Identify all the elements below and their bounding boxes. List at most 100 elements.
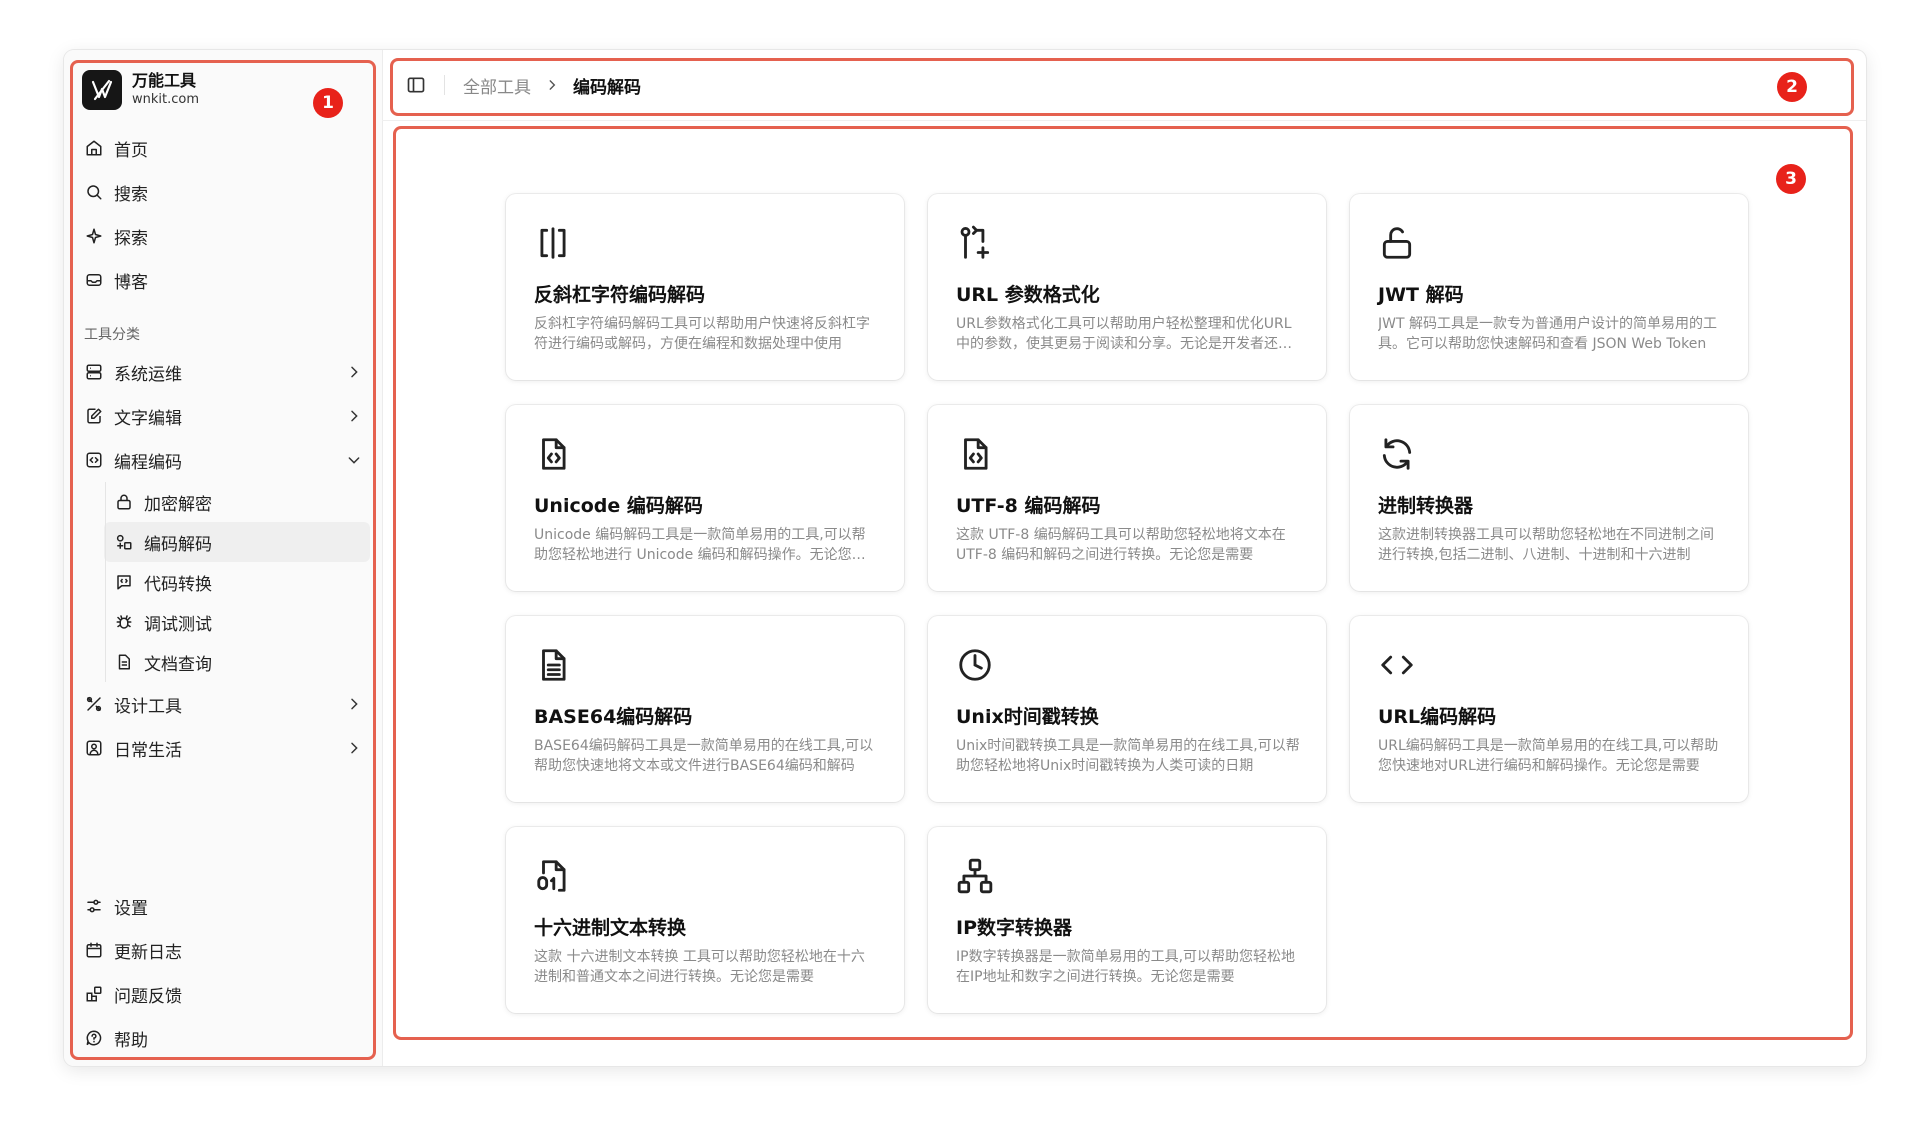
tool-card[interactable]: Unix时间戳转换 Unix时间戳转换工具是一款简单易用的在线工具,可以帮助您轻… bbox=[928, 616, 1326, 802]
breadcrumb-current: 编码解码 bbox=[573, 77, 641, 98]
annotation-badge: 2 bbox=[1777, 72, 1807, 102]
sidebar-item-label: 问题反馈 bbox=[114, 986, 182, 1007]
sidebar-item-daily-life[interactable]: 日常生活 bbox=[74, 726, 370, 770]
tool-card-desc: 反斜杠字符编码解码工具可以帮助用户快速将反斜杠字符进行编码或解码，方便在编程和数… bbox=[534, 316, 870, 352]
tool-card[interactable]: 进制转换器 这款进制转换器工具可以帮助您轻松地在不同进制之间进行转换,包括二进制… bbox=[1350, 405, 1748, 591]
tool-card-desc: Unix时间戳转换工具是一款简单易用的在线工具,可以帮助您轻松地将Unix时间戳… bbox=[956, 738, 1300, 774]
breadcrumb: 全部工具 编码解码 bbox=[463, 73, 641, 98]
header-divider bbox=[444, 75, 445, 95]
network-icon bbox=[956, 857, 994, 895]
sidebar-item-docs[interactable]: 文档查询 bbox=[104, 642, 370, 682]
chevron-right-icon bbox=[346, 740, 362, 756]
tool-card-title: URL编码解码 bbox=[1378, 706, 1497, 728]
subcategory-guide-line bbox=[105, 482, 106, 682]
sidebar-item-label: 编码解码 bbox=[144, 534, 212, 555]
tool-card[interactable]: IP数字转换器 IP数字转换器是一款简单易用的工具,可以帮助您轻松地在IP地址和… bbox=[928, 827, 1326, 1013]
tool-card[interactable]: URL编码解码 URL编码解码工具是一款简单易用的在线工具,可以帮助您快速地对U… bbox=[1350, 616, 1748, 802]
chevron-down-icon bbox=[346, 452, 362, 468]
nav-top: 首页 搜索 探索 博客 bbox=[74, 126, 370, 302]
tool-card-desc: 这款 UTF-8 编码解码工具可以帮助您轻松地将文本在 UTF-8 编码和解码之… bbox=[956, 527, 1286, 563]
file-code-icon bbox=[534, 435, 572, 473]
code-box-icon bbox=[84, 450, 104, 470]
tool-card-desc: BASE64编码解码工具是一款简单易用的在线工具,可以帮助您快速地将文本或文件进… bbox=[534, 738, 874, 774]
document-icon bbox=[114, 652, 134, 672]
tool-card[interactable]: 十六进制文本转换 这款 十六进制文本转换 工具可以帮助您轻松地在十六进制和普通文… bbox=[506, 827, 904, 1013]
sidebar-item-label: 探索 bbox=[114, 228, 148, 249]
inbox-icon bbox=[84, 270, 104, 290]
sidebar-item-help[interactable]: 帮助 bbox=[74, 1016, 370, 1060]
clock-icon bbox=[956, 646, 994, 684]
sidebar-item-explore[interactable]: 探索 bbox=[74, 214, 370, 258]
server-icon bbox=[84, 362, 104, 382]
sidebar-item-label: 编程编码 bbox=[114, 452, 182, 473]
brand[interactable]: 万能工具 wnkit.com bbox=[82, 70, 199, 110]
design-icon bbox=[84, 694, 104, 714]
tool-card-title: 反斜杠字符编码解码 bbox=[534, 284, 706, 306]
sidebar-item-design[interactable]: 设计工具 bbox=[74, 682, 370, 726]
tool-card-title: 十六进制文本转换 bbox=[534, 917, 687, 939]
tool-card[interactable]: JWT 解码 JWT 解码工具是一款专为普通用户设计的简单易用的工具。它可以帮助… bbox=[1350, 194, 1748, 380]
search-icon bbox=[84, 182, 104, 202]
sidebar-item-label: 调试测试 bbox=[144, 614, 212, 635]
sidebar-item-encrypt[interactable]: 加密解密 bbox=[104, 482, 370, 522]
tool-card-title: BASE64编码解码 bbox=[534, 706, 693, 728]
tool-card[interactable]: URL 参数格式化 URL参数格式化工具可以帮助用户轻松整理和优化URL中的参数… bbox=[928, 194, 1326, 380]
sidebar-item-debug[interactable]: 调试测试 bbox=[104, 602, 370, 642]
sidebar-item-changelog[interactable]: 更新日志 bbox=[74, 928, 370, 972]
tool-card[interactable]: BASE64编码解码 BASE64编码解码工具是一款简单易用的在线工具,可以帮助… bbox=[506, 616, 904, 802]
nav-bottom: 设置 更新日志 问题反馈 帮助 bbox=[74, 884, 370, 1060]
sidebar-item-label: 搜索 bbox=[114, 184, 148, 205]
lock-icon bbox=[114, 492, 134, 512]
tool-card-title: 进制转换器 bbox=[1378, 495, 1474, 517]
sidebar-item-sysops[interactable]: 系统运维 bbox=[74, 350, 370, 394]
chevron-right-icon bbox=[346, 696, 362, 712]
sidebar-item-label: 博客 bbox=[114, 272, 148, 293]
sidebar-item-feedback[interactable]: 问题反馈 bbox=[74, 972, 370, 1016]
sidebar-item-home[interactable]: 首页 bbox=[74, 126, 370, 170]
chevron-right-icon bbox=[545, 78, 559, 92]
sidebar-item-label: 帮助 bbox=[114, 1030, 148, 1051]
breadcrumb-all-tools[interactable]: 全部工具 bbox=[463, 73, 531, 98]
tool-card-desc: 这款 十六进制文本转换 工具可以帮助您轻松地在十六进制和普通文本之间进行转换。无… bbox=[534, 949, 865, 985]
tool-card-title: URL 参数格式化 bbox=[956, 284, 1100, 306]
sidebar-item-settings[interactable]: 设置 bbox=[74, 884, 370, 928]
sidebar-item-encode-decode[interactable]: 编码解码 bbox=[104, 522, 370, 562]
chevron-right-icon bbox=[346, 408, 362, 424]
annotation-badge: 3 bbox=[1776, 164, 1806, 194]
tool-card[interactable]: Unicode 编码解码 Unicode 编码解码工具是一款简单易用的工具,可以… bbox=[506, 405, 904, 591]
sidebar: 万能工具 wnkit.com 首页 搜索 探索 博客 工具分类 系统运维 文字编… bbox=[64, 50, 383, 1066]
sidebar-item-search[interactable]: 搜索 bbox=[74, 170, 370, 214]
app-window: 万能工具 wnkit.com 首页 搜索 探索 博客 工具分类 系统运维 文字编… bbox=[64, 50, 1866, 1066]
sidebar-item-label: 日常生活 bbox=[114, 740, 182, 761]
sidebar-item-text-edit[interactable]: 文字编辑 bbox=[74, 394, 370, 438]
tool-grid: 反斜杠字符编码解码 反斜杠字符编码解码工具可以帮助用户快速将反斜杠字符进行编码或… bbox=[382, 120, 1866, 1066]
file-digit-icon bbox=[534, 857, 572, 895]
annotation-badge: 1 bbox=[313, 88, 343, 118]
brand-name: 万能工具 bbox=[132, 71, 197, 90]
tool-card-title: IP数字转换器 bbox=[956, 917, 1072, 939]
sidebar-item-label: 首页 bbox=[114, 140, 148, 161]
sidebar-item-blog[interactable]: 博客 bbox=[74, 258, 370, 302]
sidebar-item-programming[interactable]: 编程编码 bbox=[74, 438, 370, 482]
sidebar-item-code-convert[interactable]: 代码转换 bbox=[104, 562, 370, 602]
unlock-icon bbox=[1378, 224, 1416, 262]
sidebar-item-label: 更新日志 bbox=[114, 942, 182, 963]
git-pull-icon bbox=[956, 224, 994, 262]
header: 全部工具 编码解码 bbox=[382, 50, 1866, 121]
calendar-icon bbox=[84, 940, 104, 960]
tool-card-desc: JWT 解码工具是一款专为普通用户设计的简单易用的工具。它可以帮助您快速解码和查… bbox=[1378, 316, 1717, 352]
sidebar-item-label: 代码转换 bbox=[144, 574, 212, 595]
brand-url: wnkit.com bbox=[132, 92, 200, 107]
tool-card-desc: IP数字转换器是一款简单易用的工具,可以帮助您轻松地在IP地址和数字之间进行转换… bbox=[956, 949, 1296, 985]
tool-card[interactable]: UTF-8 编码解码 这款 UTF-8 编码解码工具可以帮助您轻松地将文本在 U… bbox=[928, 405, 1326, 591]
feedback-icon bbox=[84, 984, 104, 1004]
life-icon bbox=[84, 738, 104, 758]
sidebar-item-label: 设计工具 bbox=[114, 696, 182, 717]
sidebar-item-label: 文字编辑 bbox=[114, 408, 182, 429]
tool-card[interactable]: 反斜杠字符编码解码 反斜杠字符编码解码工具可以帮助用户快速将反斜杠字符进行编码或… bbox=[506, 194, 904, 380]
sidebar-toggle-icon[interactable] bbox=[406, 75, 426, 95]
section-label: 工具分类 bbox=[84, 327, 140, 343]
sidebar-item-label: 文档查询 bbox=[144, 654, 212, 675]
file-text-icon bbox=[534, 646, 572, 684]
refresh-icon bbox=[1378, 435, 1416, 473]
